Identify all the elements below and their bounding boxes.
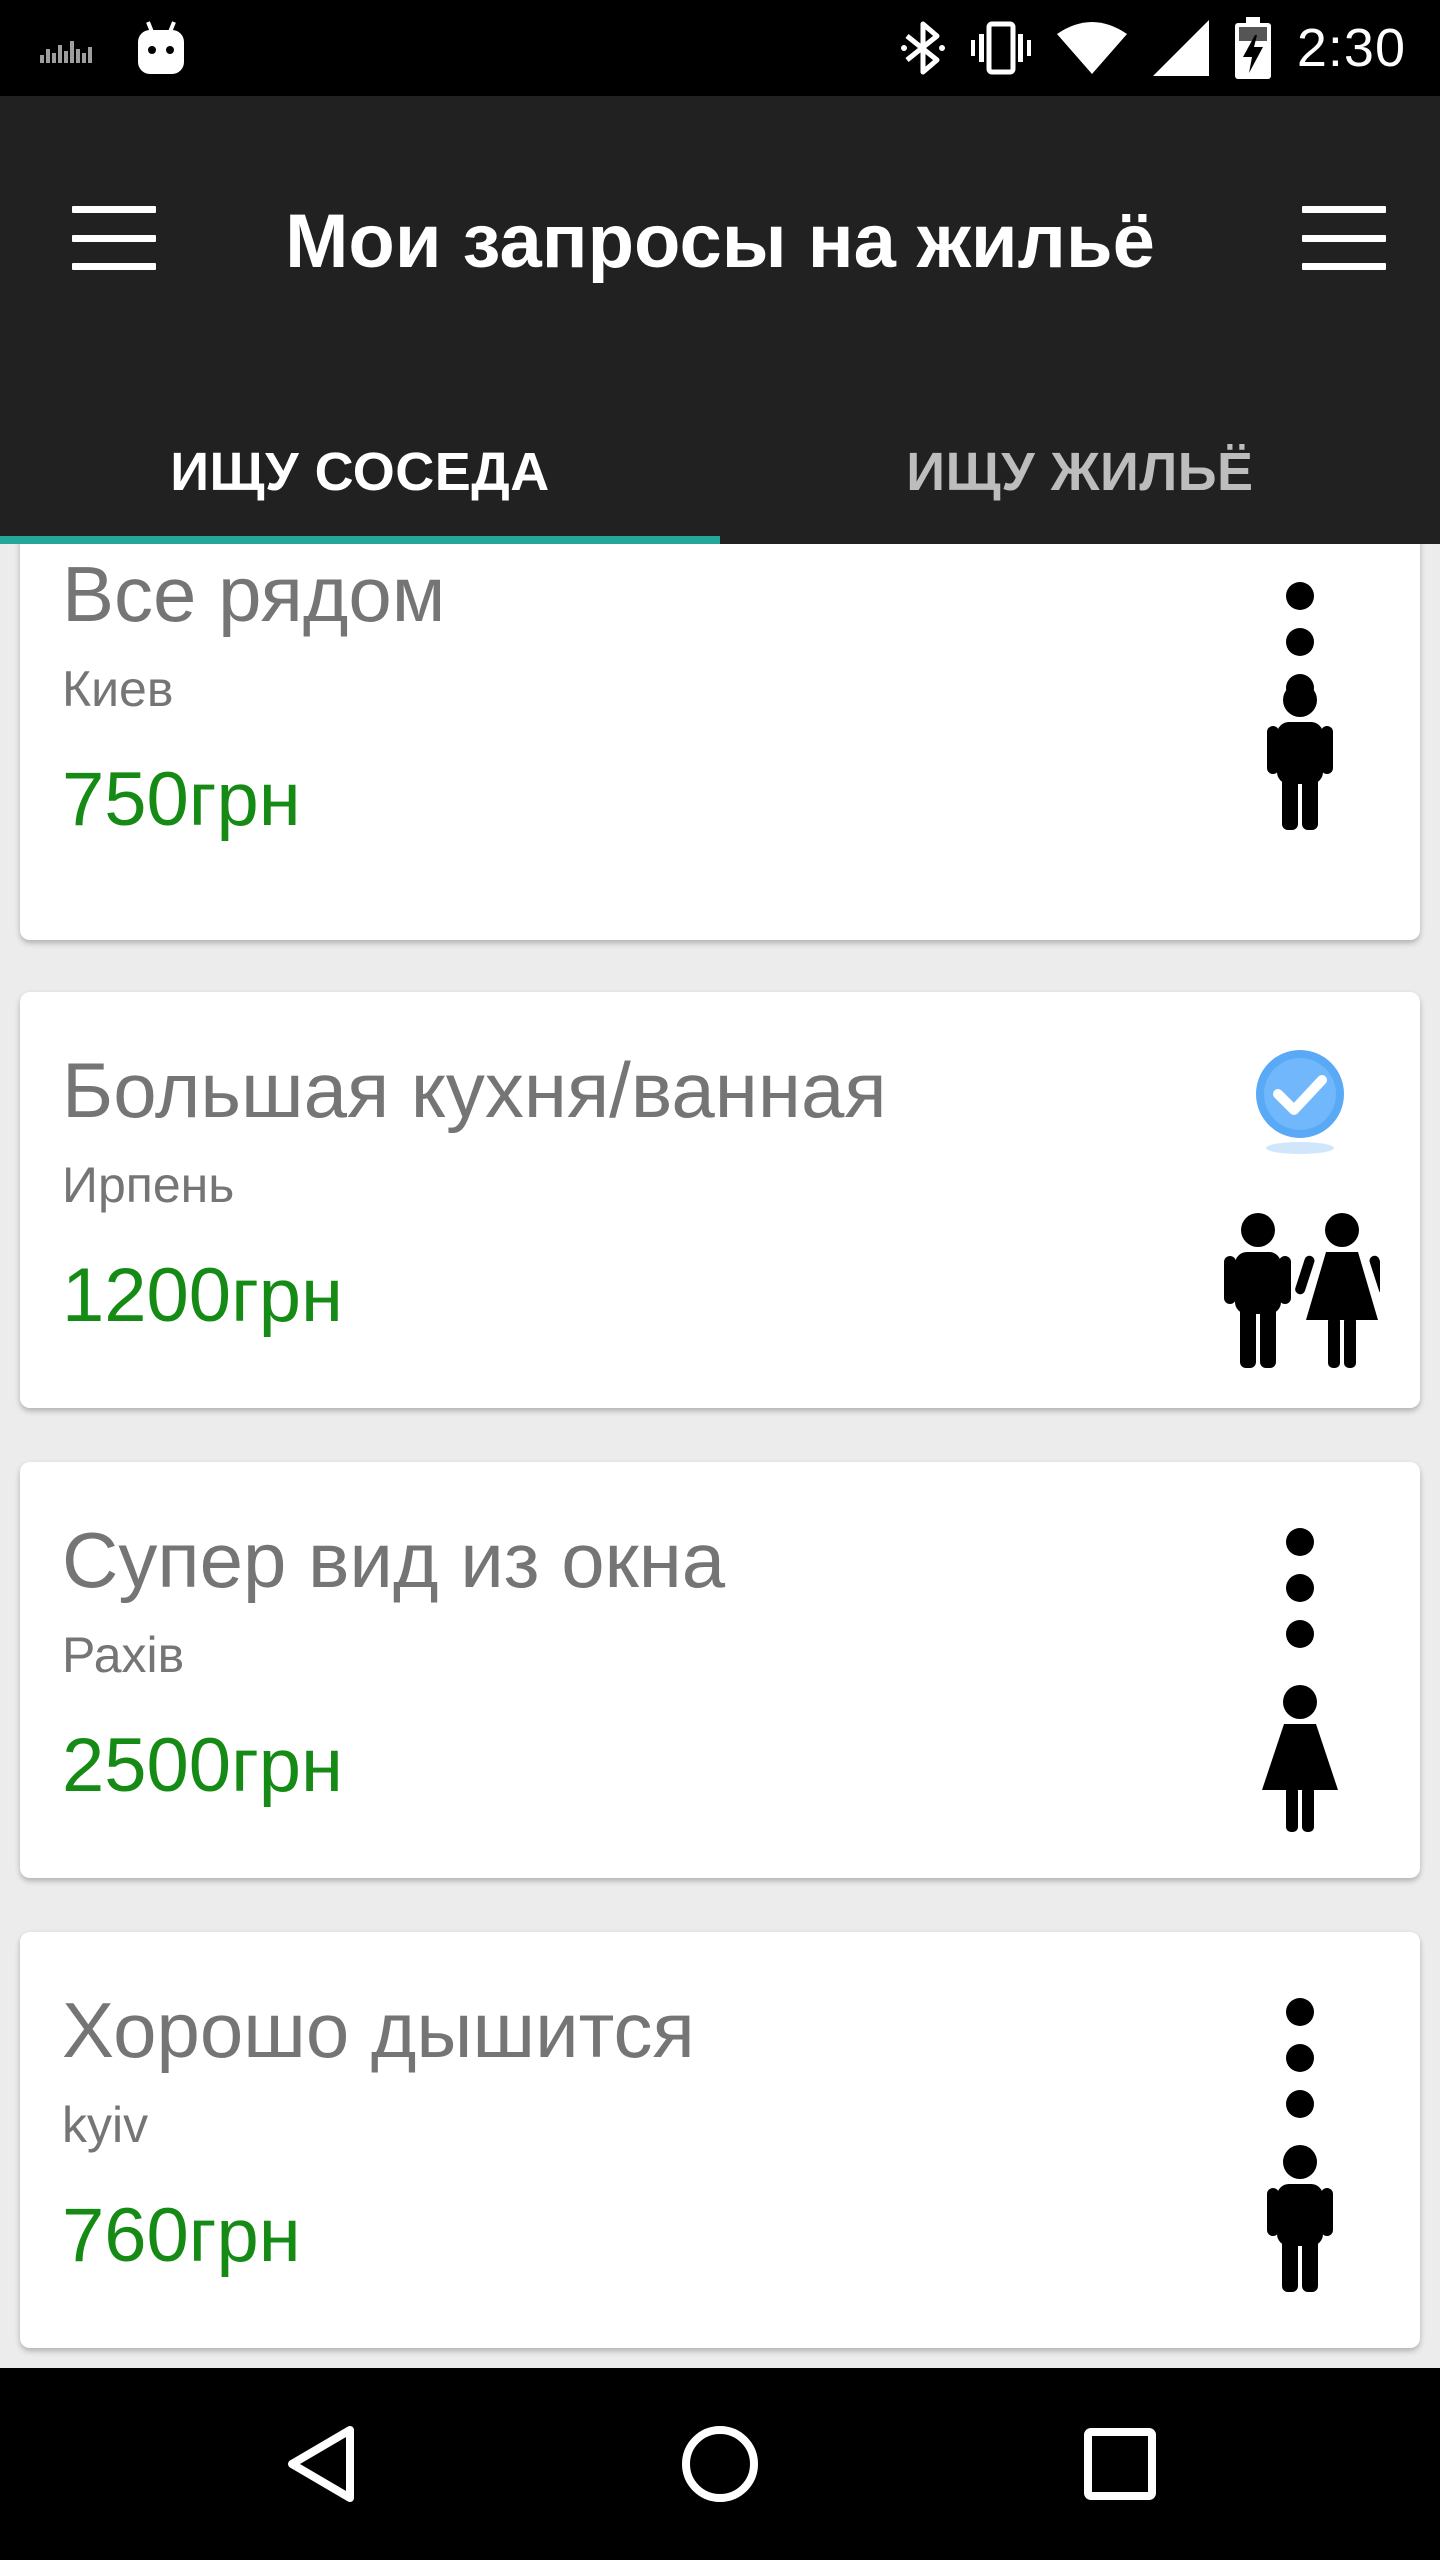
more-vert-icon[interactable] xyxy=(1275,1528,1325,1648)
status-time: 2:30 xyxy=(1296,18,1406,78)
request-card[interactable]: Хорошо дышится kyiv 760грн xyxy=(20,1932,1420,2348)
male-person-icon xyxy=(1267,683,1333,830)
signal-strength-icon xyxy=(40,41,92,63)
card-price: 760грн xyxy=(62,2193,301,2278)
app-bar: Мои запросы на жильё ИЩУ СОСЕДА ИЩУ ЖИЛЬ… xyxy=(0,96,1440,544)
status-bar: 2:30 xyxy=(0,0,1440,96)
male-female-couple-icon xyxy=(1224,1213,1380,1368)
tab-label: ИЩУ ЖИЛЬЁ xyxy=(906,442,1254,502)
card-city: kyiv xyxy=(62,2097,149,2153)
more-vert-icon[interactable] xyxy=(1275,1998,1325,2118)
recents-icon[interactable] xyxy=(1072,2416,1168,2512)
back-icon[interactable] xyxy=(272,2416,368,2512)
card-title: Все рядом xyxy=(62,550,446,638)
request-card[interactable]: Супер вид из окна Рахів 2500грн xyxy=(20,1462,1420,1878)
card-title: Хорошо дышится xyxy=(62,1986,695,2074)
request-card[interactable]: Большая кухня/ванная Ирпень 1200грн xyxy=(20,992,1420,1408)
bluetooth-icon xyxy=(900,21,945,75)
card-city: Рахів xyxy=(62,1627,185,1683)
card-city: Ирпень xyxy=(62,1157,235,1213)
tab-indicator xyxy=(0,536,720,544)
card-price: 2500грн xyxy=(62,1723,344,1808)
request-list[interactable]: Все рядом Киев 750грн Большая кухня/ванн… xyxy=(0,544,1440,2368)
female-person-icon xyxy=(1262,1685,1338,1832)
check-circle-icon xyxy=(1256,1050,1344,1154)
navigation-bar xyxy=(0,2368,1440,2560)
card-price: 1200грн xyxy=(62,1253,344,1338)
battery-charging-icon xyxy=(1234,17,1271,79)
android-notification-icon xyxy=(138,21,184,74)
card-title: Супер вид из окна xyxy=(62,1516,726,1604)
vibrate-icon xyxy=(970,21,1031,75)
screen: 2:30 Мои запросы на жильё ИЩУ СОСЕДА ИЩУ… xyxy=(0,0,1440,2560)
cell-signal-icon xyxy=(1152,20,1209,76)
status-left xyxy=(40,0,186,96)
card-title: Большая кухня/ванная xyxy=(62,1046,887,1134)
page-title: Мои запросы на жильё xyxy=(285,199,1155,284)
card-city: Киев xyxy=(62,661,174,717)
wifi-icon xyxy=(1056,22,1127,74)
card-price: 750грн xyxy=(62,757,301,842)
status-right: 2:30 xyxy=(900,0,1406,96)
tab-looking-for-roommate[interactable]: ИЩУ СОСЕДА xyxy=(0,400,720,544)
tab-looking-for-housing[interactable]: ИЩУ ЖИЛЬЁ xyxy=(720,400,1440,544)
home-icon[interactable] xyxy=(672,2416,768,2512)
menu-right-icon[interactable] xyxy=(1302,206,1386,270)
request-card[interactable]: Все рядом Киев 750грн xyxy=(20,544,1420,940)
male-person-icon xyxy=(1267,2145,1333,2292)
tab-bar: ИЩУ СОСЕДА ИЩУ ЖИЛЬЁ xyxy=(0,400,1440,544)
tab-label: ИЩУ СОСЕДА xyxy=(170,442,550,502)
